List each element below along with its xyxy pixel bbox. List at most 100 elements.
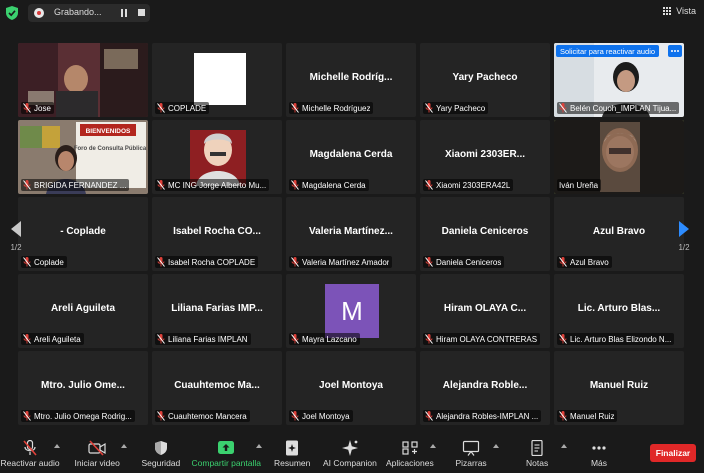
participant-tile[interactable]: MC ING Jorge Alberto Mu... [152,120,282,194]
participant-tile[interactable]: COPLADE [152,43,282,117]
muted-mic-icon [425,103,433,113]
toolbar-button-sparkle[interactable]: AI Companion [323,440,377,468]
chevron-up-icon[interactable] [561,444,567,448]
top-bar: Grabando... Vista [0,0,704,28]
participant-name: Daniela Ceniceros [436,257,502,267]
view-button[interactable]: Vista [663,6,696,16]
participant-tile[interactable]: Solicitar para reactivar audio Belén Couo… [554,43,684,117]
participant-nameplate: Xiaomi 2303ERA42L [423,179,514,191]
participant-name: MC ING Jorge Alberto Mu... [168,180,267,190]
muted-mic-icon [23,411,31,421]
participant-name: BRIGIDA FERNANDEZ ... [34,180,127,190]
participant-tile[interactable]: Jose [18,43,148,117]
participant-display-name: Michelle Rodríg... [309,72,393,83]
chevron-up-icon[interactable] [121,444,127,448]
participant-display-name: Manuel Ruiz [589,380,649,391]
end-meeting-button[interactable]: Finalizar [650,444,696,462]
stop-recording-icon[interactable] [138,9,145,16]
muted-mic-icon [291,334,299,344]
participant-tile[interactable]: Joel Montoya Joel Montoya [286,351,416,425]
toolbar-button-video-off[interactable]: Iniciar video [75,440,120,468]
notes-icon [531,440,543,456]
toolbar-label: Resumen [274,458,311,468]
video-off-icon [88,440,106,456]
pause-recording-icon[interactable] [120,9,128,17]
muted-mic-icon [559,334,567,344]
participant-tile[interactable]: Alejandra Roble... Alejandra Robles-IMPLA… [420,351,550,425]
recording-label: Grabando... [54,7,102,17]
participant-name: Jose [34,103,51,113]
chevron-up-icon[interactable] [430,444,436,448]
muted-mic-icon [157,334,165,344]
participant-tile[interactable]: Manuel Ruiz Manuel Ruiz [554,351,684,425]
participant-name: Iván Ureña [559,180,599,190]
participant-nameplate: MC ING Jorge Alberto Mu... [155,179,270,191]
page-indicator-left: 1/2 [10,242,22,252]
more-icon [592,446,606,450]
chevron-up-icon[interactable] [54,444,60,448]
participant-nameplate: COPLADE [155,102,210,114]
shield-check-icon[interactable] [6,6,18,20]
toolbar-label: Más [590,458,608,468]
participant-display-name: Joel Montoya [319,380,383,391]
muted-mic-icon [291,257,299,267]
participant-tile[interactable]: Hiram OLAYA C... Hiram OLAYA CONTRERAS [420,274,550,348]
participant-tile[interactable]: Areli Aguileta Areli Aguileta [18,274,148,348]
participant-tile[interactable]: Magdalena Cerda Magdalena Cerda [286,120,416,194]
participant-nameplate: Isabel Rocha COPLADE [155,256,259,268]
toolbar-button-apps[interactable]: Aplicaciones [386,440,434,468]
participant-nameplate: Liliana Farias IMPLAN [155,333,251,345]
page-indicator-right: 1/2 [678,242,690,252]
participant-tile[interactable]: Yary Pacheco Yary Pacheco [420,43,550,117]
toolbar-button-mic-off[interactable]: Reactivar audio [1,440,60,468]
participant-display-name: Hiram OLAYA C... [443,303,527,314]
participant-tile[interactable]: Isabel Rocha CO... Isabel Rocha COPLADE [152,197,282,271]
tile-more-button[interactable] [668,45,682,57]
next-page-button[interactable]: 1/2 [674,206,694,266]
participant-tile[interactable]: Xiaomi 2303ER... Xiaomi 2303ERA42L [420,120,550,194]
chevron-up-icon[interactable] [256,444,262,448]
toolbar-button-summary[interactable]: Resumen [274,440,310,468]
participant-nameplate: Iván Ureña [557,179,602,191]
participant-display-name: Lic. Arturo Blas... [577,303,661,314]
participant-name: Mayra Lazcano [302,334,357,344]
participant-display-name: Liliana Farias IMP... [171,303,263,314]
participant-tile[interactable]: Mtro. Julio Ome... Mtro. Julio Omega Rodr… [18,351,148,425]
participant-tile[interactable]: Daniela Ceniceros Daniela Ceniceros [420,197,550,271]
participant-tile[interactable]: M Mayra Lazcano [286,274,416,348]
request-unmute-banner[interactable]: Solicitar para reactivar audio [556,45,660,57]
participant-tile[interactable]: BIENVENIDOS Foro de Consulta Pública BRIGI… [18,120,148,194]
participant-display-name: Mtro. Julio Ome... [41,380,125,391]
participant-tile[interactable]: Valeria Martínez... Valeria Martínez Amad… [286,197,416,271]
participant-name: Xiaomi 2303ERA42L [436,180,511,190]
participant-tile[interactable]: - Coplade Coplade [18,197,148,271]
participant-display-name: Yary Pacheco [452,72,518,83]
sparkle-icon [341,440,358,456]
muted-mic-icon [23,103,31,113]
participant-display-name: Daniela Ceniceros [441,226,529,237]
participant-tile[interactable]: Iván Ureña [554,120,684,194]
participant-name: Belén Couoh_IMPLAN Tijua... [570,103,677,113]
muted-mic-icon [425,257,433,267]
participant-tile[interactable]: Michelle Rodríg... Michelle Rodríguez [286,43,416,117]
muted-mic-icon [291,180,299,190]
muted-mic-icon [23,334,31,344]
participant-display-name: Magdalena Cerda [309,149,393,160]
participant-nameplate: Yary Pacheco [423,102,489,114]
participant-tile[interactable]: Lic. Arturo Blas... Lic. Arturo Blas Eliz… [554,274,684,348]
toolbar-button-share-screen[interactable]: Compartir pantalla [192,440,261,468]
apps-icon [402,441,418,455]
chevron-up-icon[interactable] [493,444,499,448]
previous-page-button[interactable]: 1/2 [6,206,26,266]
toolbar-button-whiteboard[interactable]: Pizarras [456,440,487,468]
participant-tile[interactable]: Azul Bravo Azul Bravo [554,197,684,271]
participant-tile[interactable]: Liliana Farias IMP... Liliana Farias IMPL… [152,274,282,348]
toolbar-label: AI Companion [323,458,377,468]
muted-mic-icon [291,411,299,421]
participant-name: Valeria Martínez Amador [302,257,390,267]
toolbar-button-notes[interactable]: Notas [526,440,548,468]
toolbar-button-more[interactable]: Más [590,440,608,468]
toolbar-button-shield[interactable]: Seguridad [142,440,180,468]
participant-tile[interactable]: Cuauhtemoc Ma... Cuauhtemoc Mancera [152,351,282,425]
participant-name: Areli Aguileta [34,334,81,344]
